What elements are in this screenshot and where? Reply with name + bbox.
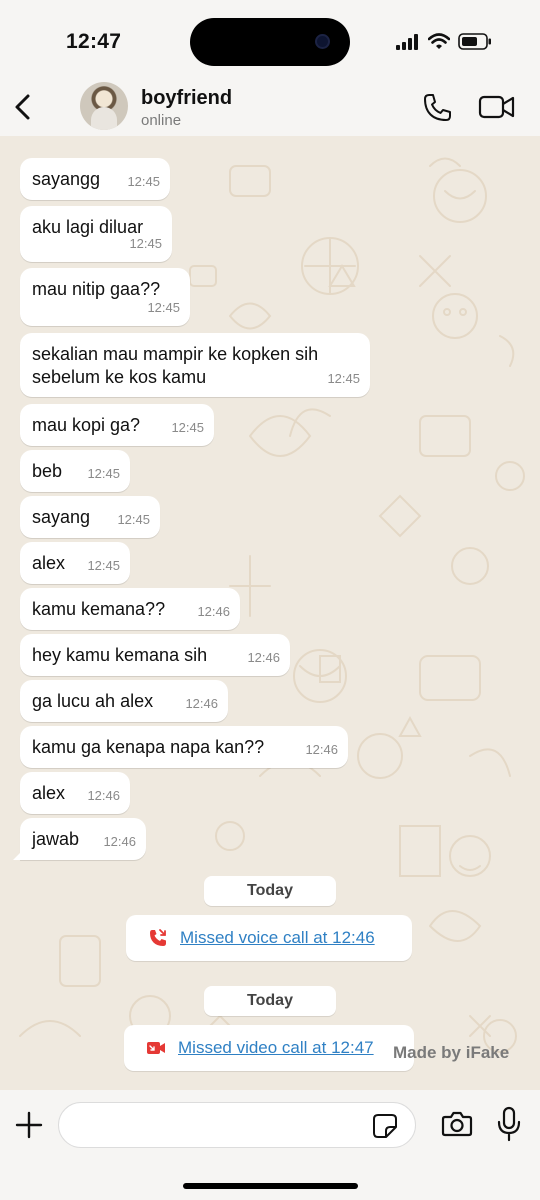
message-text: mau nitip gaa?? <box>32 279 161 299</box>
battery-icon <box>458 33 491 50</box>
date-separator: Today <box>204 986 336 1016</box>
watermark: Made by iFake <box>393 1043 510 1062</box>
message-bubble[interactable]: ga lucu ah alex 12:46 <box>20 680 228 722</box>
message-text: sayangg <box>32 169 101 189</box>
input-bar <box>0 1090 540 1200</box>
front-camera-icon <box>315 34 330 49</box>
dynamic-island <box>190 18 350 66</box>
message-text: jawab <box>32 829 80 849</box>
message-time: 12:46 <box>185 696 218 711</box>
message-bubble[interactable]: kamu ga kenapa napa kan?? 12:46 <box>20 726 348 768</box>
message-time: 12:45 <box>117 512 150 527</box>
missed-video-call-notice[interactable]: Missed video call at 12:47 <box>124 1025 414 1071</box>
message-bubble[interactable]: sayang 12:45 <box>20 496 160 538</box>
camera-button[interactable] <box>441 1110 473 1138</box>
message-time: 12:46 <box>305 742 338 757</box>
contact-status: online <box>141 112 182 129</box>
message-bubble[interactable]: jawab 12:46 <box>13 818 146 860</box>
missed-video-call-icon <box>147 1042 165 1054</box>
message-bubble[interactable]: alex 12:46 <box>20 772 130 814</box>
message-bubble[interactable]: sayangg 12:45 <box>20 158 170 200</box>
message-time: 12:45 <box>327 371 360 386</box>
message-bubble[interactable]: mau kopi ga? 12:45 <box>20 404 214 446</box>
message-text: aku lagi diluar <box>32 217 144 237</box>
status-time: 12:47 <box>66 30 122 53</box>
message-time: 12:46 <box>87 788 120 803</box>
chat-area[interactable]: sayangg 12:45 aku lagi diluar 12:45 mau … <box>0 136 540 1090</box>
message-bubble[interactable]: mau nitip gaa?? 12:45 <box>20 268 190 326</box>
message-bubble[interactable]: aku lagi diluar 12:45 <box>20 206 172 262</box>
home-indicator[interactable] <box>183 1183 358 1189</box>
missed-voice-call-notice[interactable]: Missed voice call at 12:46 <box>126 915 412 961</box>
back-button[interactable] <box>10 90 40 124</box>
wifi-icon <box>428 33 450 49</box>
message-text: sayang <box>32 507 91 527</box>
attach-plus-button[interactable] <box>14 1110 44 1140</box>
message-bubble[interactable]: alex 12:45 <box>20 542 130 584</box>
message-text: alex <box>32 783 66 803</box>
status-bar: 12:47 <box>0 0 540 80</box>
message-text: alex <box>32 553 66 573</box>
date-separator: Today <box>204 876 336 906</box>
sticker-button[interactable] <box>372 1113 398 1139</box>
avatar[interactable] <box>80 82 128 130</box>
message-time: 12:45 <box>87 466 120 481</box>
message-time: 12:45 <box>129 236 162 251</box>
contact-name[interactable]: boyfriend <box>141 87 232 110</box>
missed-video-call-label[interactable]: Missed video call at 12:47 <box>178 1038 374 1058</box>
message-time: 12:45 <box>87 558 120 573</box>
signal-icon <box>396 33 418 50</box>
message-time: 12:45 <box>127 174 160 189</box>
message-text: beb <box>32 461 63 481</box>
message-time: 12:46 <box>103 834 136 849</box>
message-text: hey kamu kemana sih <box>32 645 208 665</box>
message-time: 12:46 <box>197 604 230 619</box>
voice-call-button[interactable] <box>421 92 453 124</box>
message-text: kamu ga kenapa napa kan?? <box>32 737 265 757</box>
video-call-button[interactable] <box>478 92 516 122</box>
chat-header: boyfriend online <box>0 80 540 136</box>
missed-voice-call-icon <box>150 929 166 946</box>
message-text: mau kopi ga? <box>32 415 141 435</box>
message-text: kamu kemana?? <box>32 599 166 619</box>
message-bubble[interactable]: beb 12:45 <box>20 450 130 492</box>
message-input[interactable] <box>58 1102 416 1148</box>
message-text: ga lucu ah alex <box>32 691 154 711</box>
status-icons <box>396 33 492 50</box>
message-bubble[interactable]: hey kamu kemana sih 12:46 <box>20 634 290 676</box>
message-bubble[interactable]: kamu kemana?? 12:46 <box>20 588 240 630</box>
message-time: 12:46 <box>247 650 280 665</box>
microphone-button[interactable] <box>496 1106 522 1142</box>
message-time: 12:45 <box>171 420 204 435</box>
message-text: sekalian mau mampir ke kopken sih sebelu… <box>32 344 319 387</box>
message-bubble[interactable]: sekalian mau mampir ke kopken sih sebelu… <box>20 333 370 397</box>
message-time: 12:45 <box>147 300 180 315</box>
missed-voice-call-label[interactable]: Missed voice call at 12:46 <box>180 928 375 948</box>
